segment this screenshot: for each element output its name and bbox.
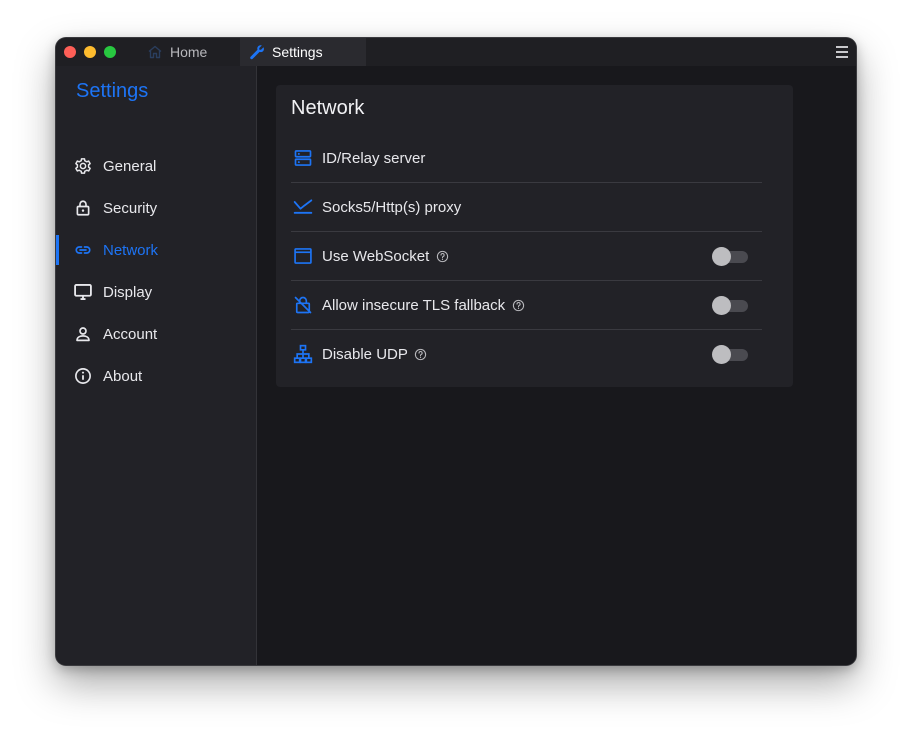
help-icon[interactable] xyxy=(414,347,428,361)
home-icon xyxy=(146,43,164,61)
help-icon[interactable] xyxy=(435,249,449,263)
sidebar-item-label: Security xyxy=(103,199,158,217)
row-label: Disable UDP xyxy=(322,345,408,363)
network-options-list: ID/Relay server Socks5/Http(s) proxy Use… xyxy=(291,134,762,378)
insecure-tls-fallback-row: Allow insecure TLS fallback xyxy=(291,281,762,330)
network-tree-icon xyxy=(292,343,314,365)
lock-off-icon xyxy=(292,294,314,316)
insecure-tls-fallback-toggle[interactable] xyxy=(712,296,750,315)
sidebar-item-label: About xyxy=(103,367,143,385)
sidebar-item-account[interactable]: Account xyxy=(56,313,256,355)
toggle-thumb xyxy=(712,247,731,266)
network-settings-card: Network ID/Relay server Socks5/Http(s) p… xyxy=(276,85,793,387)
row-label: Socks5/Http(s) proxy xyxy=(322,198,462,216)
title-bar: Home Settings xyxy=(56,38,856,67)
disable-udp-toggle[interactable] xyxy=(712,345,750,364)
sidebar-item-security[interactable]: Security xyxy=(56,187,256,229)
sidebar-item-label: Network xyxy=(103,241,159,259)
sidebar-item-network[interactable]: Network xyxy=(56,229,256,271)
sidebar-item-about[interactable]: About xyxy=(56,355,256,397)
main-content: Network ID/Relay server Socks5/Http(s) p… xyxy=(257,66,856,665)
menu-icon-line xyxy=(836,56,848,58)
lock-icon xyxy=(73,198,93,218)
tab-settings[interactable]: Settings xyxy=(240,38,366,66)
person-icon xyxy=(73,324,93,344)
use-websocket-row: Use WebSocket xyxy=(291,232,762,281)
socks5-proxy-row[interactable]: Socks5/Http(s) proxy xyxy=(291,183,762,232)
sidebar-item-label: Display xyxy=(103,283,153,301)
tab-home[interactable]: Home xyxy=(140,38,246,66)
minimize-window-button[interactable] xyxy=(84,46,96,58)
wrench-icon xyxy=(248,43,266,61)
id-relay-server-row[interactable]: ID/Relay server xyxy=(291,134,762,183)
link-icon xyxy=(73,240,93,260)
sidebar-item-general[interactable]: General xyxy=(56,145,256,187)
menu-icon-line xyxy=(836,51,848,53)
sidebar-item-display[interactable]: Display xyxy=(56,271,256,313)
proxy-icon xyxy=(292,196,314,218)
sidebar-item-label: General xyxy=(103,157,157,175)
toggle-thumb xyxy=(712,345,731,364)
row-label: Use WebSocket xyxy=(322,247,430,265)
sidebar: Settings General Security Network Displa… xyxy=(56,66,257,665)
info-icon xyxy=(73,366,93,386)
server-icon xyxy=(292,147,314,169)
menu-button[interactable] xyxy=(836,46,848,58)
tab-home-label: Home xyxy=(170,44,208,60)
window-icon xyxy=(292,245,314,267)
toggle-thumb xyxy=(712,296,731,315)
disable-udp-row: Disable UDP xyxy=(291,330,762,378)
help-icon[interactable] xyxy=(511,298,525,312)
gear-icon xyxy=(73,156,93,176)
sidebar-nav: General Security Network Display Account… xyxy=(56,145,256,397)
sidebar-item-label: Account xyxy=(103,325,158,343)
row-label: ID/Relay server xyxy=(322,149,426,167)
tab-settings-label: Settings xyxy=(272,44,323,60)
monitor-icon xyxy=(73,282,93,302)
use-websocket-toggle[interactable] xyxy=(712,247,750,266)
section-title: Network xyxy=(291,97,365,119)
app-window: Home Settings Settings General Security … xyxy=(56,38,856,665)
maximize-window-button[interactable] xyxy=(104,46,116,58)
sidebar-title: Settings xyxy=(76,80,149,102)
row-label: Allow insecure TLS fallback xyxy=(322,296,506,314)
close-window-button[interactable] xyxy=(64,46,76,58)
menu-icon-line xyxy=(836,46,848,48)
